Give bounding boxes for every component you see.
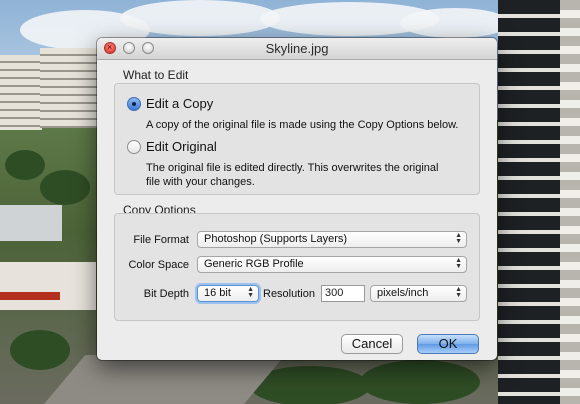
edit-dialog: × Skyline.jpg What to Edit Edit a Copy A… — [97, 38, 497, 360]
file-format-value: Photoshop (Supports Layers) — [204, 233, 348, 245]
file-format-select[interactable]: Photoshop (Supports Layers) ▲ ▼ — [197, 231, 467, 248]
resolution-unit-value: pixels/inch — [377, 287, 429, 299]
color-space-label: Color Space — [128, 259, 189, 271]
popup-arrows-icon: ▲ ▼ — [455, 232, 462, 245]
edit-copy-radio[interactable] — [127, 97, 141, 111]
ok-button[interactable]: OK — [417, 334, 479, 354]
copy-options-group: File Format Photoshop (Supports Layers) … — [114, 213, 480, 321]
popup-arrows-icon: ▲ ▼ — [247, 286, 254, 299]
edit-original-radio[interactable] — [127, 140, 141, 154]
cancel-button[interactable]: Cancel — [341, 334, 403, 354]
bit-depth-value: 16 bit — [204, 287, 231, 299]
window-title: Skyline.jpg — [265, 41, 329, 56]
edit-original-description-1: The original file is edited directly. Th… — [146, 162, 439, 174]
color-space-value: Generic RGB Profile — [204, 258, 304, 270]
edit-original-label[interactable]: Edit Original — [146, 139, 217, 154]
what-to-edit-heading: What to Edit — [123, 68, 189, 82]
edit-copy-label[interactable]: Edit a Copy — [146, 96, 213, 111]
what-to-edit-group: Edit a Copy A copy of the original file … — [114, 83, 480, 195]
edit-original-description-2: file with your changes. — [146, 176, 255, 188]
edit-copy-description: A copy of the original file is made usin… — [146, 119, 459, 131]
resolution-unit-select[interactable]: pixels/inch ▲ ▼ — [370, 285, 467, 302]
resolution-label: Resolution — [263, 288, 315, 300]
popup-arrows-icon: ▲ ▼ — [455, 286, 462, 299]
title-bar[interactable]: × Skyline.jpg — [97, 38, 497, 60]
color-space-select[interactable]: Generic RGB Profile ▲ ▼ — [197, 256, 467, 273]
file-format-label: File Format — [133, 234, 189, 246]
popup-arrows-icon: ▲ ▼ — [455, 257, 462, 270]
bit-depth-select[interactable]: 16 bit ▲ ▼ — [197, 285, 259, 302]
bit-depth-label: Bit Depth — [143, 288, 189, 300]
resolution-field[interactable]: 300 — [321, 285, 365, 302]
